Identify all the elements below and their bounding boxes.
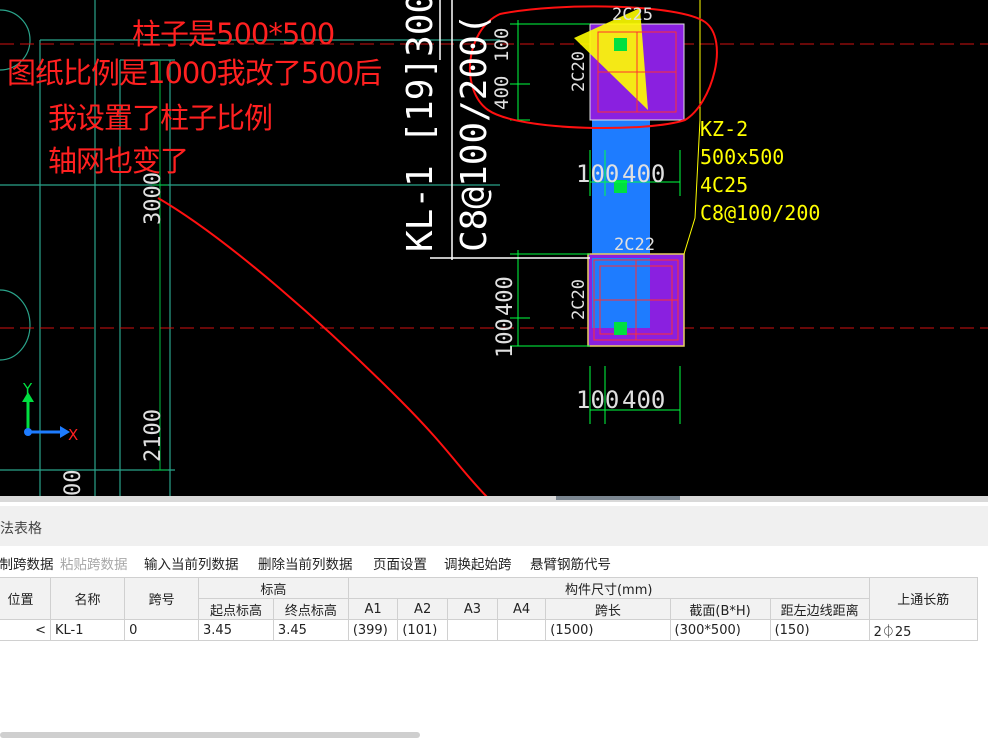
toolbar-copy-span-data[interactable]: 复制跨数据: [0, 553, 54, 573]
rebar-left-top: 2C20: [569, 51, 589, 92]
toolbar-paste-span-data[interactable]: 粘贴跨数据: [60, 553, 128, 573]
dim-bottom-100: 100: [576, 386, 619, 414]
rebar-left-bot: 2C20: [569, 279, 589, 320]
cad-drawing-area[interactable]: 3000 2100 00 KL-1 [19]300* C8@100/200( 4…: [0, 0, 988, 496]
cell-span-length[interactable]: (1500): [545, 619, 671, 641]
toolbar-cantilever-rebar-code[interactable]: 悬臂钢筋代号: [530, 553, 611, 573]
dim-text-3000: 3000: [141, 172, 166, 225]
cell-a2[interactable]: (101): [397, 619, 448, 641]
header-start-elev: 起点标高: [198, 598, 274, 620]
toolbar-input-column-data[interactable]: 输入当前列数据: [144, 553, 239, 573]
col-top-dim-400: 400: [491, 76, 513, 110]
annotation-line-1: 柱子是500*500: [132, 17, 335, 51]
kz-rebar: 4C25: [700, 173, 748, 197]
kz-stirrup: C8@100/200: [700, 201, 820, 225]
cell-a1[interactable]: (399): [347, 619, 399, 641]
kz-name[interactable]: KZ-2: [700, 117, 748, 141]
horizontal-scrollbar[interactable]: [0, 732, 420, 738]
header-position: 位置: [0, 577, 52, 620]
rebar-top: 2C25: [612, 5, 653, 25]
annotation-line-4: 轴网也变了: [48, 144, 189, 178]
annotation-line-2: 图纸比例是1000我改了500后: [7, 56, 382, 90]
panel-title-bar: 平法表格: [0, 506, 988, 547]
cell-a3[interactable]: [446, 619, 499, 641]
cell-end-elev[interactable]: 3.45: [272, 619, 349, 641]
dim-mid-400: 400: [622, 160, 665, 188]
leader-line: [683, 0, 701, 255]
dim-text-bottom-left: 00: [61, 470, 86, 497]
panel-title: 平法表格: [0, 521, 42, 537]
header-edge-distance: 距左边线距离: [769, 598, 870, 620]
axis-y-label: Y: [22, 380, 33, 398]
header-top-rebar: 上通长筋: [868, 577, 979, 620]
col-top-dim-100: 100: [491, 28, 513, 62]
header-a2: A2: [397, 598, 448, 620]
header-elevation: 标高: [198, 577, 349, 599]
ucs-axis-icon: [22, 392, 70, 438]
dim-bottom-400: 400: [622, 386, 665, 414]
header-span-length: 跨长: [545, 598, 671, 620]
col-bot-dim-100: 100: [493, 318, 518, 358]
header-span-no: 跨号: [124, 577, 200, 620]
dim-text-2100: 2100: [141, 409, 166, 462]
header-section: 截面(B*H): [669, 598, 771, 620]
header-a1: A1: [347, 598, 399, 620]
cell-a4[interactable]: [496, 619, 547, 641]
header-end-elev: 终点标高: [272, 598, 349, 620]
beam-label-line-2[interactable]: C8@100/200(: [454, 14, 495, 252]
cell-start-elev[interactable]: 3.45: [198, 619, 274, 641]
toolbar-delete-column-data[interactable]: 删除当前列数据: [258, 553, 353, 573]
header-dims: 构件尺寸(mm): [347, 577, 870, 599]
cell-section[interactable]: (300*500): [669, 619, 771, 641]
cell-position[interactable]: <: [0, 619, 52, 641]
toolbar-page-setup[interactable]: 页面设置: [373, 553, 427, 573]
cell-edge-distance[interactable]: (150): [769, 619, 870, 641]
cell-top-rebar[interactable]: 2⏀25: [868, 619, 979, 641]
rebar-mid: 2C22: [614, 235, 655, 255]
splitter-grip[interactable]: [556, 496, 680, 500]
kz-size: 500x500: [700, 145, 784, 169]
span-table: 位置 名称 跨号 标高 构件尺寸(mm) 上通长筋 起点标高 终点标高 A1 A…: [0, 577, 979, 641]
table-panel: 平法表格 复制跨数据 粘贴跨数据 输入当前列数据 删除当前列数据 页面设置 调换…: [0, 502, 988, 738]
col-bot-dim-400: 400: [493, 276, 518, 316]
header-a3: A3: [446, 598, 499, 620]
cell-span-no[interactable]: 0: [124, 619, 200, 641]
header-a4: A4: [496, 598, 547, 620]
beam-label-line-1[interactable]: KL-1 [19]300*: [400, 0, 441, 252]
annotation-line-3: 我设置了柱子比例: [48, 101, 273, 135]
panel-toolbar: 复制跨数据 粘贴跨数据 输入当前列数据 删除当前列数据 页面设置 调换起始跨 悬…: [0, 546, 988, 576]
cell-name[interactable]: KL-1: [50, 619, 126, 641]
table-row[interactable]: < KL-1 0 3.45 3.45 (399) (101) (1500) (3…: [0, 619, 979, 641]
axis-x-label: X: [68, 426, 78, 444]
dim-mid-100: 100: [576, 160, 619, 188]
header-name: 名称: [50, 577, 126, 620]
toolbar-swap-start-span[interactable]: 调换起始跨: [444, 553, 512, 573]
